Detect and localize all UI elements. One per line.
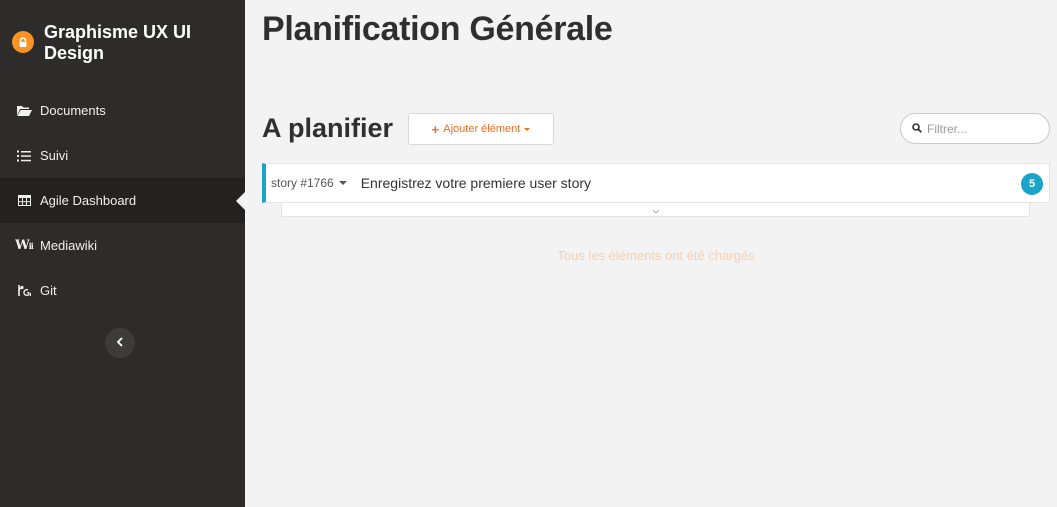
backlog-item-card[interactable]: story #1766 Enregistrez votre premiere u… xyxy=(262,163,1050,203)
search-icon xyxy=(912,120,922,138)
add-item-button[interactable]: + Ajouter élément xyxy=(408,113,554,145)
sidebar-item-git[interactable]: Git xyxy=(0,268,245,313)
all-items-loaded-text: Tous les éléments ont été chargés xyxy=(557,248,755,263)
story-points-badge: 5 xyxy=(1021,173,1043,195)
chevron-left-icon xyxy=(116,334,124,352)
item-ref: story #1766 xyxy=(271,176,334,190)
sidebar-item-mediawiki[interactable]: Wii Mediawiki xyxy=(0,223,245,268)
sidebar-item-label: Suivi xyxy=(40,148,69,163)
folder-open-icon xyxy=(16,104,32,118)
git-icon xyxy=(16,284,32,298)
expand-item-toggle[interactable] xyxy=(281,203,1030,217)
sidebar-collapse-button[interactable] xyxy=(105,328,135,358)
backlog-title: A planifier xyxy=(262,113,394,143)
sidebar-item-label: Agile Dashboard xyxy=(40,193,137,208)
wiki-icon: Wii xyxy=(15,237,34,253)
chevron-down-icon xyxy=(652,201,660,219)
list-icon xyxy=(16,149,32,163)
caret-down-icon xyxy=(338,181,347,185)
add-item-label: Ajouter élément xyxy=(443,123,521,135)
sidebar: Graphisme UX UI Design Documents Suivi A… xyxy=(0,0,245,507)
item-title[interactable]: Enregistrez votre premiere user story xyxy=(361,175,591,191)
table-icon xyxy=(16,194,32,208)
item-ref-dropdown[interactable]: story #1766 xyxy=(271,176,347,190)
sidebar-item-documents[interactable]: Documents xyxy=(0,88,245,133)
filter-input[interactable] xyxy=(927,121,1037,136)
sidebar-item-agile-dashboard[interactable]: Agile Dashboard xyxy=(0,178,245,223)
filter-field[interactable] xyxy=(900,113,1050,144)
sidebar-item-label: Mediawiki xyxy=(40,238,98,253)
sidebar-item-label: Git xyxy=(40,283,57,298)
project-header[interactable]: Graphisme UX UI Design xyxy=(12,22,214,64)
lock-icon xyxy=(12,31,34,53)
project-name: Graphisme UX UI Design xyxy=(44,22,192,63)
sidebar-item-label: Documents xyxy=(40,103,106,118)
page-title: Planification Générale xyxy=(262,10,613,48)
sidebar-item-suivi[interactable]: Suivi xyxy=(0,133,245,178)
sidebar-nav: Documents Suivi Agile Dashboard W ii Med… xyxy=(0,88,245,313)
plus-icon: + xyxy=(431,121,440,137)
caret-down-icon xyxy=(524,127,531,131)
